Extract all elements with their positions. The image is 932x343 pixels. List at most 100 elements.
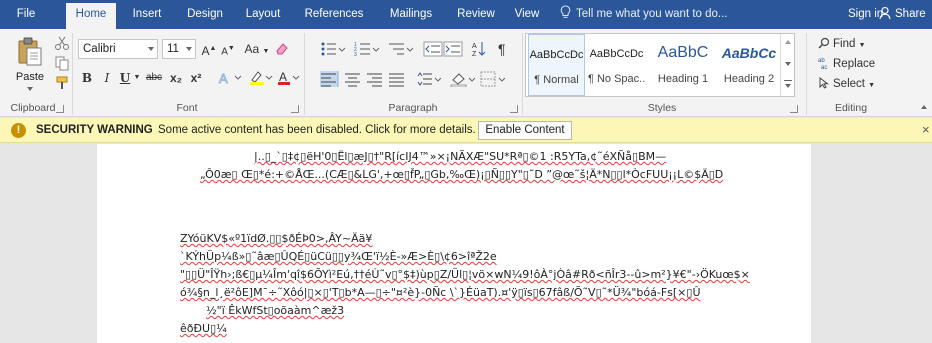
multilevel-list-icon — [389, 43, 414, 55]
paste-dropdown-arrow[interactable] — [27, 87, 33, 91]
decrease-indent-icon — [423, 41, 443, 57]
collapse-ribbon-icon[interactable] — [921, 105, 927, 109]
clipboard-dialog-launcher[interactable] — [56, 105, 64, 113]
svg-text:Z: Z — [472, 51, 477, 57]
subscript-button[interactable]: x₂ — [168, 68, 184, 88]
document-line: ½"ï ÊkWfSt▯oõaàm^æž3 — [206, 304, 345, 317]
text-effects-icon[interactable]: A — [218, 71, 244, 85]
grow-font-icon[interactable]: A▲ — [200, 39, 218, 59]
shrink-font-icon[interactable]: A▼ — [220, 39, 236, 59]
tab-review[interactable]: Review — [450, 0, 502, 29]
align-right-icon — [367, 73, 382, 87]
borders-icon — [480, 71, 506, 87]
tab-view[interactable]: View — [510, 0, 544, 29]
paragraph-list-icons[interactable]: 1 2 3 AZ ¶ — [320, 41, 520, 57]
styles-group-label: Styles — [647, 102, 677, 114]
cut-icon[interactable] — [54, 35, 70, 51]
document-line: „Ô0æ▯ Œ▯*é:+©ÅŒ...(CÆ▯&LG',+œ▯f̌P„▯Gb,‰Œ… — [200, 168, 724, 181]
style-preview: AaBbCcDc — [589, 48, 644, 60]
share-button[interactable]: Share — [879, 0, 932, 28]
style-name: Heading 1 — [657, 73, 709, 85]
share-label: Share — [895, 8, 926, 20]
find-button[interactable]: Find ▼ — [818, 37, 866, 50]
show-paragraph-marks-icon: ¶ — [498, 41, 506, 57]
clipboard-paste-icon — [18, 37, 42, 66]
security-warning-message[interactable]: Some active content has been disabled. C… — [158, 118, 476, 142]
style-no-spacing[interactable]: AaBbCcDc ¶ No Spac... — [588, 34, 645, 96]
style-normal[interactable]: AaBbCcDc ¶ Normal — [528, 34, 585, 96]
style-heading-1[interactable]: AaBbC Heading 1 — [650, 34, 716, 96]
replace-button[interactable]: ab ac Replace — [818, 57, 876, 71]
chevron-down-icon — [148, 47, 154, 51]
svg-text:¶: ¶ — [498, 41, 506, 57]
style-preview: AaBbC — [657, 44, 709, 61]
increase-indent-icon — [443, 41, 463, 57]
person-icon — [879, 6, 891, 20]
paste-label: Paste — [15, 71, 45, 83]
tell-me-text: Tell me what you want to do... — [576, 8, 728, 20]
paragraph-dialog-launcher[interactable] — [510, 105, 518, 113]
styles-gallery-scroll[interactable] — [780, 34, 794, 96]
highlight-color-icon[interactable] — [248, 70, 274, 86]
sort-icon: AZ — [472, 42, 486, 57]
bullets-icon — [321, 42, 346, 56]
align-left-icon — [320, 71, 339, 87]
document-area: |..▯_`▯‡¢▯ëH'0▯Ël▯æJ▯†"R[ícIJ4™»×¡NÃXÆ"S… — [0, 144, 932, 343]
style-preview: AaBbCc — [721, 45, 777, 61]
lightbulb-icon — [560, 5, 571, 18]
justify-icon — [389, 73, 404, 87]
tab-home[interactable]: Home — [66, 3, 116, 29]
document-line: "▯▯Ü"ÎŸh›;ß€▯µ¼Îm'qî$6ÕYì²Eú,††éÙ˜v▯°$‡)… — [180, 268, 750, 281]
change-case-label: Aa — [244, 42, 260, 56]
find-label: Find — [833, 38, 856, 50]
style-heading-2[interactable]: AaBbCc Heading 2 — [718, 34, 780, 96]
underline-dropdown-arrow[interactable]: ▼ — [133, 68, 141, 88]
superscript-button[interactable]: x² — [188, 68, 204, 88]
document-line: |..▯_`▯‡¢▯ëH'0▯Ël▯æJ▯†"R[ícIJ4™»×¡NÃXÆ"S… — [254, 150, 667, 163]
tab-mailings[interactable]: Mailings — [382, 0, 440, 29]
font-dialog-launcher[interactable] — [291, 105, 299, 113]
font-name-combo[interactable]: Calibri — [78, 39, 158, 59]
select-button[interactable]: Select ▼ — [818, 76, 875, 90]
numbering-icon: 1 2 3 — [354, 42, 380, 57]
tab-references[interactable]: References — [298, 0, 370, 29]
style-name: ¶ Normal — [534, 74, 579, 86]
bold-button[interactable]: B — [80, 68, 94, 88]
format-painter-icon[interactable] — [54, 75, 70, 91]
change-case-button[interactable]: Aa ▼ — [244, 39, 270, 59]
copy-icon[interactable] — [54, 55, 70, 71]
tab-insert[interactable]: Insert — [126, 0, 168, 29]
tab-layout[interactable]: Layout — [240, 0, 286, 29]
chevron-up-icon[interactable] — [785, 40, 791, 44]
tell-me-box[interactable]: Tell me what you want to do... — [560, 0, 728, 29]
underline-button[interactable]: U — [118, 68, 132, 88]
style-name: ¶ No Spac... — [588, 73, 645, 85]
font-size-combo[interactable]: 11 — [162, 39, 196, 59]
tab-design[interactable]: Design — [180, 0, 230, 29]
paste-button[interactable]: Paste — [10, 37, 50, 97]
replace-label: Replace — [833, 58, 876, 70]
svg-text:A: A — [472, 43, 477, 50]
paragraph-align-icons[interactable] — [320, 71, 510, 87]
font-color-icon[interactable]: A — [277, 70, 303, 86]
cursor-arrow-icon — [819, 76, 829, 89]
strikethrough-button[interactable]: abc — [142, 68, 166, 88]
italic-button[interactable]: I — [100, 68, 114, 88]
styles-gallery: AaBbCcDc ¶ Normal AaBbCcDc ¶ No Spac... … — [525, 33, 795, 97]
font-name-value: Calibri — [83, 43, 116, 55]
editing-group-label: Editing — [834, 102, 868, 114]
more-styles-icon[interactable] — [784, 80, 792, 81]
font-group-label: Font — [176, 102, 198, 114]
enable-content-button[interactable]: Enable Content — [478, 121, 572, 140]
font-size-value: 11 — [167, 43, 179, 55]
styles-dialog-launcher[interactable] — [790, 105, 798, 113]
ribbon-tab-bar: File Home Insert Design Layout Reference… — [0, 0, 932, 29]
chevron-down-icon[interactable] — [785, 62, 791, 66]
close-icon[interactable]: × — [922, 118, 930, 142]
clear-formatting-icon[interactable] — [275, 42, 289, 56]
chevron-down-icon — [186, 47, 192, 51]
tab-file[interactable]: File — [0, 0, 52, 29]
document-page[interactable]: |..▯_`▯‡¢▯ëH'0▯Ël▯æJ▯†"R[ícIJ4™»×¡NÃXÆ"S… — [97, 144, 811, 343]
sign-in-link[interactable]: Sign in — [848, 0, 883, 28]
style-preview: AaBbCcDc — [529, 49, 584, 61]
